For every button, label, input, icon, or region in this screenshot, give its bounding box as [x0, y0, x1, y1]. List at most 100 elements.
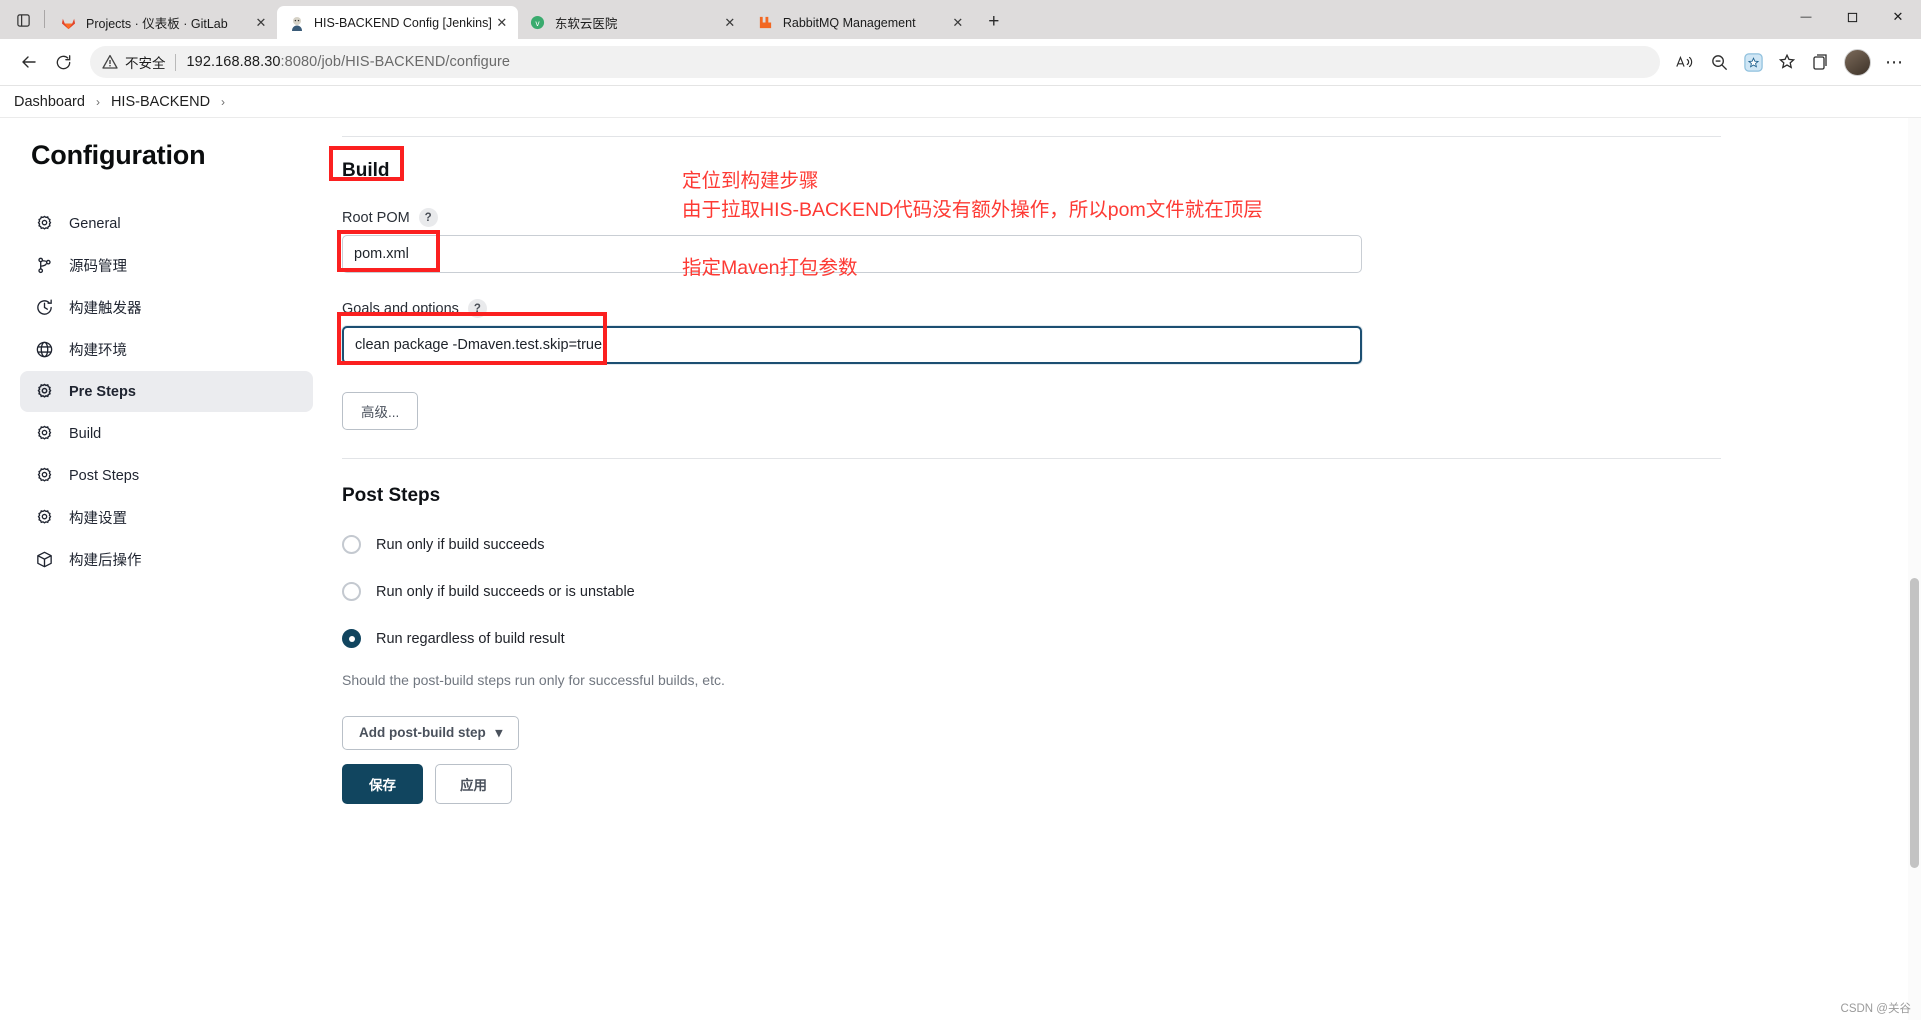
tab-close-icon[interactable]: ✕	[948, 13, 968, 33]
favorites-icon[interactable]	[1770, 45, 1804, 79]
annotation-text-3: 指定Maven打包参数	[682, 257, 858, 279]
chevron-down-icon: ▾	[495, 725, 503, 740]
help-icon[interactable]: ?	[467, 299, 487, 318]
tab-close-icon[interactable]: ✕	[720, 13, 740, 33]
post-steps-heading: Post Steps	[342, 485, 441, 506]
tab-title: 东软云医院	[554, 17, 618, 31]
sidebar-item-build-environment[interactable]: 构建环境	[20, 329, 313, 370]
collections-icon[interactable]	[1804, 45, 1838, 79]
browser-tab-1[interactable]: HIS-BACKEND Config [Jenkins] ✕	[277, 6, 518, 39]
back-icon[interactable]	[12, 45, 46, 79]
radio-label: Run regardless of build result	[376, 630, 565, 647]
build-section-heading: Build	[342, 160, 390, 181]
sidebar-item-label: 构建设置	[69, 511, 127, 527]
form-actions: 保存 应用	[342, 764, 1921, 804]
sidebar-item-scm[interactable]: 源码管理	[20, 245, 313, 286]
add-post-build-step-button[interactable]: Add post-build step ▾	[342, 716, 520, 750]
clock-icon	[31, 298, 58, 317]
gear-icon	[31, 466, 58, 485]
tab-close-icon[interactable]: ✕	[492, 13, 512, 33]
page-scrollbar-track[interactable]	[1908, 118, 1921, 1020]
goals-label-row: Goals and options ?	[342, 299, 1921, 318]
radio-button[interactable]	[342, 582, 361, 601]
tab-title: HIS-BACKEND Config [Jenkins]	[314, 15, 492, 30]
zoom-out-icon[interactable]	[1702, 45, 1736, 79]
advanced-button[interactable]: 高级...	[342, 392, 419, 430]
breadcrumb: Dashboard › HIS-BACKEND ›	[0, 86, 1921, 118]
gitlab-icon	[60, 14, 77, 31]
gear-icon	[31, 508, 58, 527]
browser-window: Projects · 仪表板 · GitLab ✕ HIS-BACKEND Co…	[0, 0, 1921, 1021]
sidebar-item-label: 构建触发器	[69, 301, 142, 317]
page-title: Configuration	[31, 140, 206, 170]
save-button[interactable]: 保存	[342, 764, 423, 804]
post-steps-hint: Should the post-build steps run only for…	[342, 672, 725, 688]
sidebar-item-label: General	[69, 215, 121, 232]
tab-divider	[44, 10, 45, 28]
read-aloud-icon[interactable]	[1668, 45, 1702, 79]
section-divider	[342, 458, 1721, 459]
toolbar-right-group: ⋯	[1668, 45, 1911, 79]
box-icon	[31, 550, 58, 569]
sidebar-item-label: 构建环境	[69, 343, 127, 359]
new-tab-button[interactable]: +	[979, 7, 1009, 36]
maximize-button[interactable]	[1829, 0, 1875, 34]
jenkins-icon	[288, 14, 305, 31]
gear-icon	[31, 424, 58, 443]
sidebar-item-label: Pre Steps	[69, 383, 136, 400]
rabbitmq-icon	[757, 14, 774, 31]
sidebar-item-pre-steps[interactable]: Pre Steps	[20, 371, 313, 412]
more-settings-icon[interactable]: ⋯	[1877, 45, 1911, 79]
main-panel: Build Root POM ? Goals and options ? 高级.…	[331, 118, 1921, 1020]
breadcrumb-item-his-backend[interactable]: HIS-BACKEND	[111, 94, 210, 110]
tab-close-icon[interactable]: ✕	[251, 13, 271, 33]
sidebar-item-label: Post Steps	[69, 467, 140, 484]
close-window-button[interactable]: ✕	[1875, 0, 1921, 34]
breadcrumb-separator: ›	[221, 94, 226, 109]
sidebar-item-build-triggers[interactable]: 构建触发器	[20, 287, 313, 328]
url-host: 192.168.88.30	[186, 54, 281, 70]
window-controls: — ✕	[1783, 0, 1921, 34]
add-post-build-step-label: Add post-build step	[359, 725, 486, 740]
add-post-build-step-row: Add post-build step ▾	[342, 716, 1921, 750]
apply-button[interactable]: 应用	[435, 764, 512, 804]
page-content: Dashboard › HIS-BACKEND › Configuration …	[0, 86, 1921, 1020]
annotation-text-1: 定位到构建步骤	[682, 170, 819, 192]
url-text: 192.168.88.30:8080/job/HIS-BACKEND/confi…	[187, 54, 511, 70]
avatar[interactable]	[1844, 48, 1871, 76]
sidebar-item-build-settings[interactable]: 构建设置	[20, 497, 313, 538]
not-secure-label: 不安全	[125, 56, 166, 71]
url-path: :8080/job/HIS-BACKEND/configure	[280, 54, 511, 70]
radio-button-selected[interactable]	[342, 629, 361, 648]
sidebar-item-label: Build	[69, 425, 102, 442]
sidebar-item-build[interactable]: Build	[20, 413, 313, 454]
reload-icon[interactable]	[46, 45, 80, 79]
goals-and-options-input[interactable]	[342, 326, 1362, 364]
radio-label: Run only if build succeeds	[376, 536, 545, 553]
sidebar-item-general[interactable]: General	[20, 203, 313, 244]
tab-sidebar-toggle-icon[interactable]	[6, 4, 40, 36]
address-bar[interactable]: 不安全 192.168.88.30:8080/job/HIS-BACKEND/c…	[90, 46, 1660, 78]
browser-tab-3[interactable]: RabbitMQ Management ✕	[746, 6, 974, 39]
url-separator	[174, 53, 176, 71]
browser-tab-0[interactable]: Projects · 仪表板 · GitLab ✕	[49, 6, 277, 39]
breadcrumb-item-dashboard[interactable]: Dashboard	[14, 94, 85, 110]
not-secure-warning-icon	[102, 54, 118, 70]
annotation-text-2: 由于拉取HIS-BACKEND代码没有额外操作，所以pom文件就在顶层	[682, 199, 1263, 221]
tab-title: Projects · 仪表板 · GitLab	[86, 17, 228, 31]
sidebar-item-post-build-actions[interactable]: 构建后操作	[20, 539, 313, 580]
minimize-button[interactable]: —	[1783, 0, 1829, 34]
goals-label: Goals and options	[342, 300, 459, 317]
breadcrumb-separator: ›	[95, 94, 100, 109]
radio-button[interactable]	[342, 535, 361, 554]
radio-run-if-succeeds-or-unstable[interactable]: Run only if build succeeds or is unstabl…	[342, 582, 1921, 601]
page-scrollbar-thumb[interactable]	[1910, 578, 1919, 868]
browser-tab-2[interactable]: v 东软云医院 ✕	[518, 6, 746, 39]
configuration-sidebar: Configuration General 源码管理 构建触发器 构建环境 Pr…	[0, 118, 331, 1020]
radio-run-regardless[interactable]: Run regardless of build result	[342, 629, 1921, 648]
root-pom-label: Root POM	[342, 209, 410, 226]
add-favorite-icon[interactable]	[1736, 45, 1770, 79]
sidebar-item-post-steps[interactable]: Post Steps	[20, 455, 313, 496]
radio-run-if-succeeds[interactable]: Run only if build succeeds	[342, 535, 1921, 554]
help-icon[interactable]: ?	[418, 208, 438, 227]
